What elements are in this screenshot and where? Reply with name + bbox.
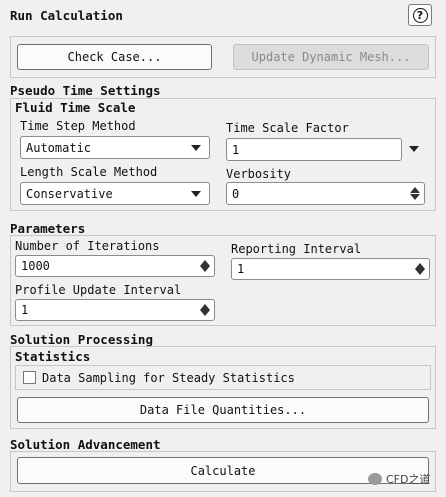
- solution-processing-title: Solution Processing: [10, 332, 153, 347]
- time-scale-factor-value: 1: [232, 142, 240, 157]
- verbosity-label: Verbosity: [226, 167, 292, 181]
- profile-update-interval-label: Profile Update Interval: [15, 283, 182, 297]
- data-file-quantities-button[interactable]: Data File Quantities...: [17, 397, 429, 423]
- time-step-method-dropdown[interactable]: Automatic: [20, 136, 210, 159]
- reporting-interval-spinner[interactable]: 1: [231, 258, 430, 280]
- panel-title: Run Calculation: [10, 8, 123, 23]
- statistics-title: Statistics: [15, 349, 91, 364]
- verbosity-value: 0: [232, 186, 240, 201]
- length-scale-method-label: Length Scale Method: [20, 165, 158, 179]
- fluid-time-scale-title: Fluid Time Scale: [15, 100, 136, 115]
- time-step-method-label: Time Step Method: [20, 119, 136, 133]
- help-button[interactable]: ?: [408, 4, 432, 26]
- time-scale-factor-menu-arrow-icon[interactable]: [409, 146, 419, 152]
- watermark: CFD之道: [368, 471, 430, 487]
- reporting-interval-value: 1: [237, 262, 245, 276]
- data-sampling-label: Data Sampling for Steady Statistics: [42, 371, 295, 385]
- spinner-arrows-icon[interactable]: [200, 259, 210, 273]
- parameters-title: Parameters: [10, 221, 86, 236]
- time-step-method-value: Automatic: [26, 140, 92, 155]
- spinner-arrows-icon[interactable]: [410, 186, 420, 201]
- number-of-iterations-spinner[interactable]: 1000: [15, 255, 215, 277]
- check-case-button[interactable]: Check Case...: [17, 44, 212, 70]
- data-sampling-checkbox[interactable]: [23, 371, 36, 384]
- reporting-interval-label: Reporting Interval: [231, 242, 362, 256]
- length-scale-method-dropdown[interactable]: Conservative: [20, 182, 210, 205]
- watermark-text: CFD之道: [386, 473, 431, 486]
- wechat-icon: [368, 473, 382, 485]
- spinner-arrows-icon[interactable]: [200, 303, 210, 317]
- time-scale-factor-label: Time Scale Factor: [226, 121, 349, 135]
- pseudo-time-settings-title: Pseudo Time Settings: [10, 83, 161, 98]
- number-of-iterations-value: 1000: [21, 259, 50, 273]
- chevron-down-icon: [191, 144, 201, 151]
- time-scale-factor-input[interactable]: 1: [226, 138, 402, 161]
- verbosity-spinner[interactable]: 0: [226, 182, 425, 205]
- number-of-iterations-label: Number of Iterations: [15, 239, 160, 253]
- spinner-arrows-icon[interactable]: [415, 262, 425, 276]
- profile-update-interval-value: 1: [21, 303, 29, 317]
- update-dynamic-mesh-button[interactable]: Update Dynamic Mesh...: [233, 44, 429, 70]
- help-icon: ?: [412, 7, 428, 23]
- solution-advancement-title: Solution Advancement: [10, 437, 161, 452]
- length-scale-method-value: Conservative: [26, 186, 113, 201]
- chevron-down-icon: [191, 190, 201, 197]
- profile-update-interval-spinner[interactable]: 1: [15, 299, 215, 321]
